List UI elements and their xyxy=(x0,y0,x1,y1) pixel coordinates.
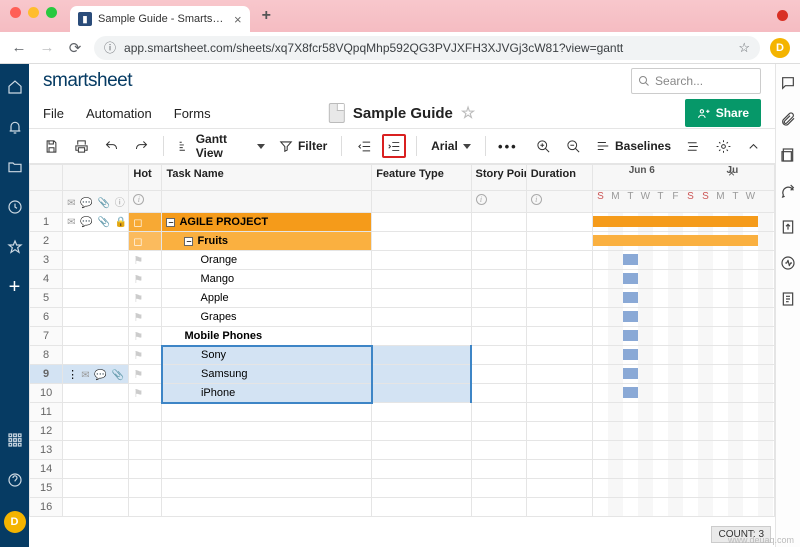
table-row[interactable]: 6⚑Grapes xyxy=(30,308,775,327)
browser-profile-avatar[interactable]: D xyxy=(770,38,790,58)
filter-button[interactable]: Filter xyxy=(275,139,331,153)
menu-automation[interactable]: Automation xyxy=(86,106,152,121)
home-icon[interactable] xyxy=(6,78,24,96)
row-action-icons[interactable]: ✉ 💬 📎 ⓘ xyxy=(63,191,129,213)
browser-tab-strip: ▮ Sample Guide - Smartsheet.co × + xyxy=(0,0,800,32)
url-text: app.smartsheet.com/sheets/xq7X8fcr58VQpq… xyxy=(124,41,730,55)
table-row[interactable]: 12 xyxy=(30,422,775,441)
bookmark-star-icon[interactable]: ☆ xyxy=(738,40,750,56)
browser-tab[interactable]: ▮ Sample Guide - Smartsheet.co × xyxy=(70,6,250,32)
conversations-icon[interactable] xyxy=(779,74,797,92)
publish-icon[interactable] xyxy=(779,218,797,236)
add-icon[interactable]: + xyxy=(6,278,24,296)
table-row[interactable]: 13 xyxy=(30,441,775,460)
watermark: www.deuaq.com xyxy=(728,535,794,545)
outdent-button[interactable] xyxy=(352,134,376,158)
info-icon[interactable]: i xyxy=(476,194,487,205)
activity-log-icon[interactable] xyxy=(779,254,797,272)
back-button[interactable]: ← xyxy=(10,39,28,56)
table-row[interactable]: 4⚑Mango xyxy=(30,270,775,289)
col-story[interactable]: Story Points xyxy=(471,165,526,191)
close-gantt-icon[interactable]: × xyxy=(728,166,735,180)
summary-icon[interactable] xyxy=(779,290,797,308)
user-avatar[interactable]: D xyxy=(4,511,26,533)
table-row[interactable]: 14 xyxy=(30,460,775,479)
favorite-star-icon[interactable]: ☆ xyxy=(461,103,475,123)
info-icon[interactable]: i xyxy=(133,194,144,205)
redo-button[interactable] xyxy=(129,134,153,158)
menu-forms[interactable]: Forms xyxy=(174,106,211,121)
table-row[interactable]: 7⚑Mobile Phones xyxy=(30,327,775,346)
favorites-icon[interactable] xyxy=(6,238,24,256)
more-formatting-button[interactable]: ••• xyxy=(496,134,520,158)
settings-button[interactable] xyxy=(711,134,735,158)
tab-title: Sample Guide - Smartsheet.co xyxy=(98,13,228,25)
baselines-button[interactable]: Baselines xyxy=(592,139,675,153)
table-row[interactable]: 16 xyxy=(30,498,775,517)
url-input[interactable]: ⓘ app.smartsheet.com/sheets/xq7X8fcr58VQ… xyxy=(94,36,760,60)
save-button[interactable] xyxy=(39,134,63,158)
toolbar: Gantt View Filter Arial ••• Baselines xyxy=(29,128,775,164)
info-icon[interactable]: i xyxy=(531,194,542,205)
notifications-icon[interactable] xyxy=(6,118,24,136)
attachments-icon[interactable] xyxy=(779,110,797,128)
table-row[interactable]: 11 xyxy=(30,403,775,422)
col-gantt-header: Jun 6Ju xyxy=(592,165,774,191)
smartsheet-logo[interactable]: smartsheet xyxy=(43,70,132,92)
update-requests-icon[interactable] xyxy=(779,182,797,200)
reload-button[interactable]: ⟳ xyxy=(66,39,84,57)
table-row[interactable]: 2◻–Fruits xyxy=(30,232,775,251)
sheet-icon xyxy=(329,103,345,123)
table-row[interactable]: 5⚑Apple xyxy=(30,289,775,308)
sheet-title: Sample Guide xyxy=(353,105,453,122)
browser-address-bar: ← → ⟳ ⓘ app.smartsheet.com/sheets/xq7X8f… xyxy=(0,32,800,64)
view-switcher[interactable]: Gantt View xyxy=(174,132,269,160)
table-row[interactable]: 10⚑iPhone xyxy=(30,384,775,403)
font-selector[interactable]: Arial xyxy=(427,139,475,153)
close-tab-icon[interactable]: × xyxy=(234,12,242,27)
zoom-in-button[interactable] xyxy=(532,134,556,158)
window-traffic-lights[interactable] xyxy=(10,7,57,18)
menu-file[interactable]: File xyxy=(43,106,64,121)
favicon-icon: ▮ xyxy=(78,12,92,26)
right-panel-rail xyxy=(775,64,800,547)
new-tab-button[interactable]: + xyxy=(262,7,271,25)
search-input[interactable]: Search... xyxy=(631,68,761,94)
recents-icon[interactable] xyxy=(6,198,24,216)
col-duration[interactable]: Duration xyxy=(526,165,592,191)
col-task[interactable]: Task Name xyxy=(162,165,372,191)
table-row[interactable]: 3⚑Orange xyxy=(30,251,775,270)
left-nav-rail: + D xyxy=(0,64,29,547)
table-row[interactable]: 8⚑Sony xyxy=(30,346,775,365)
apps-icon[interactable] xyxy=(6,431,24,449)
browse-icon[interactable] xyxy=(6,158,24,176)
proofs-icon[interactable] xyxy=(779,146,797,164)
share-button[interactable]: Share xyxy=(685,99,761,127)
table-row[interactable]: 1✉ 💬 📎 🔒◻–AGILE PROJECT xyxy=(30,213,775,232)
indent-button[interactable] xyxy=(382,134,406,158)
search-placeholder: Search... xyxy=(655,74,703,88)
sheet-grid[interactable]: Hot Task Name Feature Type Story Points … xyxy=(29,164,775,517)
col-hot[interactable]: Hot xyxy=(129,165,162,191)
forward-button[interactable]: → xyxy=(38,39,56,56)
help-icon[interactable] xyxy=(6,471,24,489)
collapse-panel-button[interactable] xyxy=(741,134,765,158)
site-info-icon[interactable]: ⓘ xyxy=(104,39,116,56)
grid-container: × Hot Task Name Feature Type Story Point… xyxy=(29,164,775,547)
undo-button[interactable] xyxy=(99,134,123,158)
table-row[interactable]: 15 xyxy=(30,479,775,498)
col-feature[interactable]: Feature Type xyxy=(372,165,471,191)
main-area: smartsheet Search... File Automation For… xyxy=(29,64,775,547)
print-button[interactable] xyxy=(69,134,93,158)
critical-path-button[interactable] xyxy=(681,134,705,158)
table-row[interactable]: 9⋮ ✉ 💬 📎 🔒⚑Samsung xyxy=(30,365,775,384)
recording-indicator-icon xyxy=(777,10,788,21)
zoom-out-button[interactable] xyxy=(562,134,586,158)
